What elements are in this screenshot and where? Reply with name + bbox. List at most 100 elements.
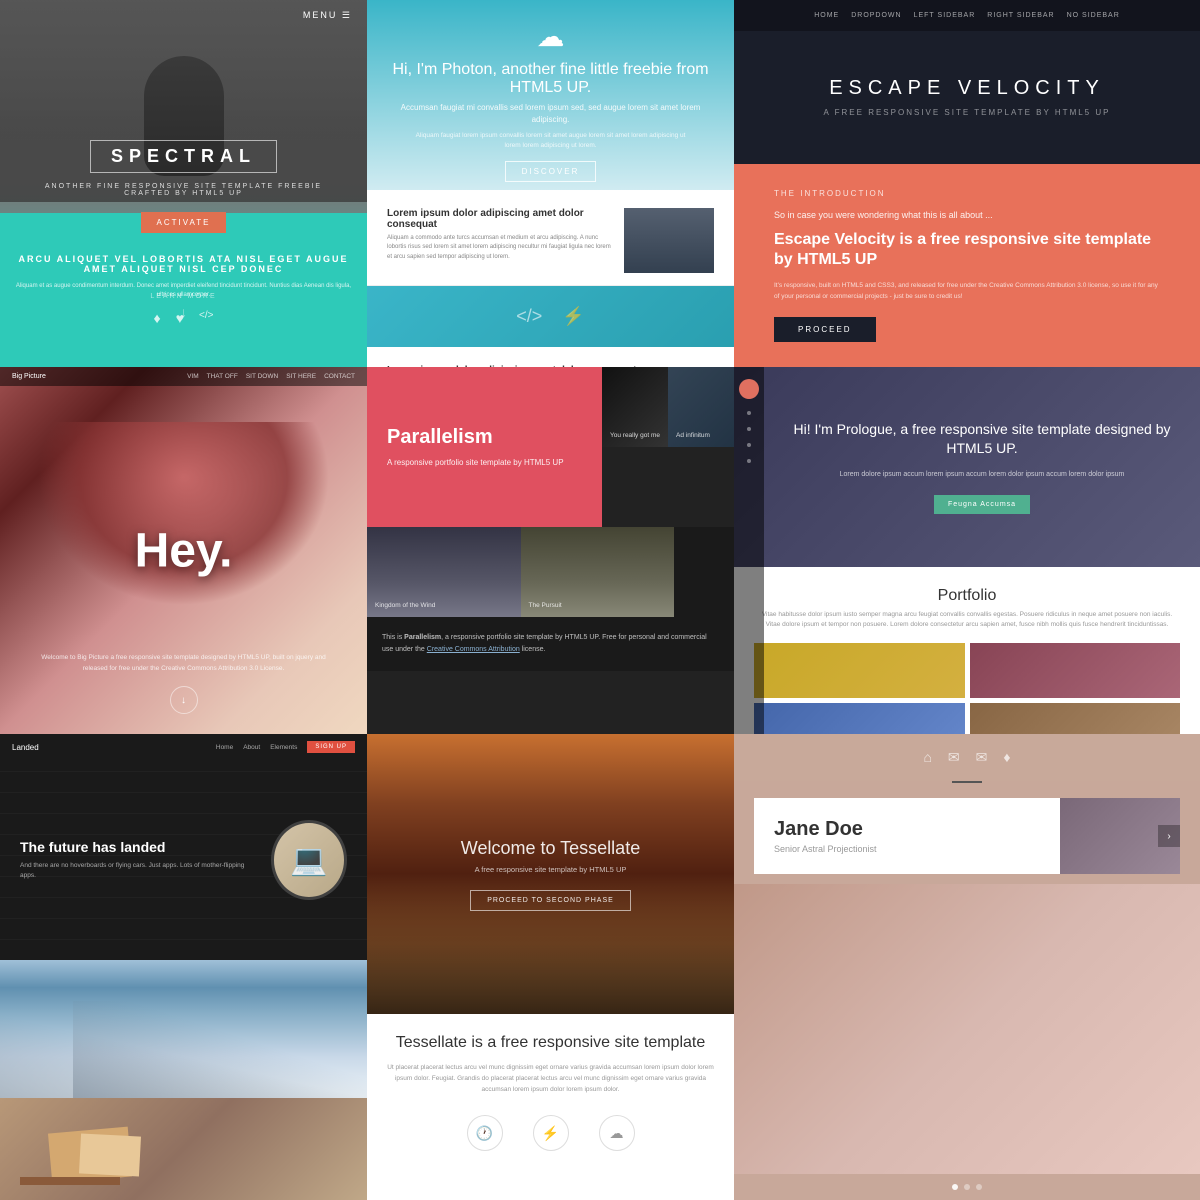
landed-mountain-section: What I Do Lorem ipsum dolor sit amet con…	[0, 960, 367, 1098]
code-bracket-icon: </>	[516, 306, 542, 326]
astral-next-arrow[interactable]: ›	[1158, 825, 1180, 847]
prologue-portfolio-img-1	[754, 643, 965, 698]
diamond-icon-astral[interactable]: ♦	[1003, 749, 1010, 766]
nav-vim[interactable]: VIM	[187, 373, 199, 380]
parallelism-top: Parallelism A responsive portfolio site …	[367, 367, 734, 527]
cloud-icon-tess: ☁	[599, 1115, 635, 1151]
astral-pagination-dots	[734, 1174, 1200, 1200]
parallelism-img-1: You really got me	[602, 367, 668, 447]
prologue-hero: Hi! I'm Prologue, a free responsive site…	[734, 367, 1200, 567]
nav-sit-here[interactable]: SIT HERE	[286, 373, 316, 380]
prologue-portfolio-title: Portfolio	[754, 587, 1180, 605]
prologue-portfolio-img-3	[754, 703, 965, 734]
tessellate-icons-row: 🕐 ⚡ ☁	[467, 1115, 635, 1151]
bigpicture-hey-text: Hey.	[135, 523, 233, 578]
escape-proceed-button[interactable]: PROCEED	[774, 317, 876, 342]
prologue-nav-dot-2[interactable]	[747, 427, 751, 431]
tessellate-cta-button[interactable]: Proceed to second phase	[470, 890, 631, 911]
spectral-menu[interactable]: MENU ☰	[303, 10, 352, 21]
prologue-section: Hi! I'm Prologue, a free responsive site…	[734, 367, 1200, 734]
nav-no-sidebar[interactable]: NO SIDEBAR	[1067, 12, 1120, 19]
landed-nav: Landed Home About Elements Sign up	[0, 734, 367, 760]
photon-title: Hi, I'm Photon, another fine little free…	[387, 61, 714, 97]
prologue-portfolio-desc: Vitae habitusse dolor ipsum iusto semper…	[754, 610, 1180, 631]
photon-section: ☁ Hi, I'm Photon, another fine little fr…	[367, 0, 734, 367]
spectral-activate-button[interactable]: ACTIVATE	[141, 212, 227, 233]
photon-card-2: Lorem ipsum dolor adipiscing amet dolor …	[367, 347, 734, 368]
photon-card1-image	[624, 208, 714, 273]
bigpicture-scroll-arrow[interactable]: ↓	[170, 686, 198, 714]
envelope-icon-1[interactable]: ✉	[948, 749, 960, 766]
astral-section: ⌂ ✉ ✉ ♦ Jane Doe Senior Astral Projectio…	[734, 734, 1200, 1200]
nav-that-off[interactable]: THAT OFF	[207, 373, 238, 380]
tessellate-bolt-item: ⚡	[533, 1115, 569, 1151]
spectral-section: MENU ☰ SPECTRAL ANOTHER FINE RESPONSIVE …	[0, 0, 367, 367]
parallelism-img-2: Ad infinitum	[668, 367, 734, 447]
nav-left-sidebar[interactable]: LEFT SIDEBAR	[914, 12, 976, 19]
bigpicture-section: Big Picture VIM THAT OFF SIT DOWN SIT HE…	[0, 367, 367, 734]
prologue-portfolio: Portfolio Vitae habitusse dolor ipsum iu…	[734, 567, 1200, 734]
nav-sit-down[interactable]: SIT DOWN	[246, 373, 278, 380]
nav-contact[interactable]: CONTACT	[324, 373, 355, 380]
prologue-portfolio-img-4	[970, 703, 1181, 734]
tessellate-title: Welcome to Tessellate	[461, 838, 640, 859]
home-icon[interactable]: ⌂	[923, 749, 931, 766]
laptop-icon: 💻	[290, 843, 327, 878]
photon-card-1: Lorem ipsum dolor adipiscing amet dolor …	[367, 190, 734, 286]
landed-nav-about[interactable]: About	[243, 744, 260, 751]
landed-books-section	[0, 1098, 367, 1200]
astral-dot-3[interactable]	[976, 1184, 982, 1190]
prologue-avatar	[739, 379, 759, 399]
astral-dot-1[interactable]	[952, 1184, 958, 1190]
landed-hero: The future has landed And there are no h…	[0, 760, 367, 960]
prologue-nav-dot-1[interactable]	[747, 411, 751, 415]
prologue-nav-dot-4[interactable]	[747, 459, 751, 463]
nav-home[interactable]: HOME	[814, 12, 839, 19]
landed-section: Landed Home About Elements Sign up The f…	[0, 734, 367, 1200]
parallelism-top-grid: You really got me Ad infinitum	[602, 367, 734, 527]
spectral-learn-more: LEARN MORE	[20, 293, 347, 300]
landed-hero-title: The future has landed	[20, 839, 251, 855]
parallelism-intro: Parallelism A responsive portfolio site …	[367, 367, 602, 527]
escape-intro-section: THE INTRODUCTION So in case you were won…	[734, 164, 1200, 367]
prologue-sidebar	[734, 367, 764, 734]
spectral-tagline: ANOTHER FINE RESPONSIVE SITE TEMPLATE FR…	[20, 183, 347, 197]
parallelism-row2: Kingdom of the Wind The Pursuit	[367, 527, 734, 617]
nav-dropdown[interactable]: DROPDOWN	[851, 12, 901, 19]
astral-dot-2[interactable]	[964, 1184, 970, 1190]
prologue-title: Hi! I'm Prologue, a free responsive site…	[784, 420, 1180, 459]
escape-hero: ESCAPE VELOCITY A FREE RESPONSIVE SITE T…	[734, 31, 1200, 164]
nav-right-sidebar[interactable]: RIGHT SIDEBAR	[987, 12, 1054, 19]
tessellate-clock-item: 🕐	[467, 1115, 503, 1151]
parallelism-desc-text: This is Parallelism, a responsive portfo…	[382, 632, 719, 656]
escape-intro-small: It's responsive, built on HTML5 and CSS3…	[774, 281, 1160, 302]
photon-description: Aliquam faugiat lorem ipsum convallis lo…	[407, 131, 694, 151]
parallelism-subtitle: A responsive portfolio site template by …	[387, 457, 582, 469]
cloud-icon: ☁	[537, 20, 565, 53]
photon-white-section: Lorem ipsum dolor adipiscing amet dolor …	[367, 190, 734, 368]
astral-nav-indicator	[734, 781, 1200, 788]
parallelism-img-5	[674, 527, 734, 617]
astral-card-image: ›	[1060, 798, 1180, 874]
parallelism-img4-label: The Pursuit	[529, 602, 562, 609]
tessellate-white-title: Tessellate is a free responsive site tem…	[396, 1034, 705, 1052]
landed-nav-home[interactable]: Home	[216, 744, 233, 751]
photon-subtitle: Accumsan faugiat mi convallis sed lorem …	[397, 102, 704, 126]
prologue-small-text: Lorem dolore ipsum accum lorem ipsum acc…	[840, 469, 1125, 480]
escape-intro-text: Escape Velocity is a free responsive sit…	[774, 230, 1160, 272]
parallelism-cc-link[interactable]: Creative Commons Attribution	[427, 646, 520, 653]
tessellate-subtitle: A free responsive site template by HTML5…	[461, 865, 640, 874]
bigpicture-nav: Big Picture VIM THAT OFF SIT DOWN SIT HE…	[0, 367, 367, 386]
photon-card1-title: Lorem ipsum dolor adipiscing amet dolor …	[387, 208, 614, 230]
landed-signup-button[interactable]: Sign up	[307, 741, 355, 753]
astral-card-left: Jane Doe Senior Astral Projectionist	[754, 798, 1060, 874]
astral-jane-title: Senior Astral Projectionist	[774, 844, 1040, 854]
escape-title: ESCAPE VELOCITY	[829, 77, 1105, 100]
envelope-icon-2[interactable]: ✉	[976, 749, 988, 766]
prologue-nav-dot-3[interactable]	[747, 443, 751, 447]
photon-discover-button[interactable]: DISCOVER	[505, 161, 597, 182]
clock-icon: 🕐	[467, 1115, 503, 1151]
prologue-cta-button[interactable]: Feugna Accumsa	[934, 495, 1030, 514]
landed-logo: Landed	[12, 743, 39, 752]
landed-nav-elements[interactable]: Elements	[270, 744, 297, 751]
